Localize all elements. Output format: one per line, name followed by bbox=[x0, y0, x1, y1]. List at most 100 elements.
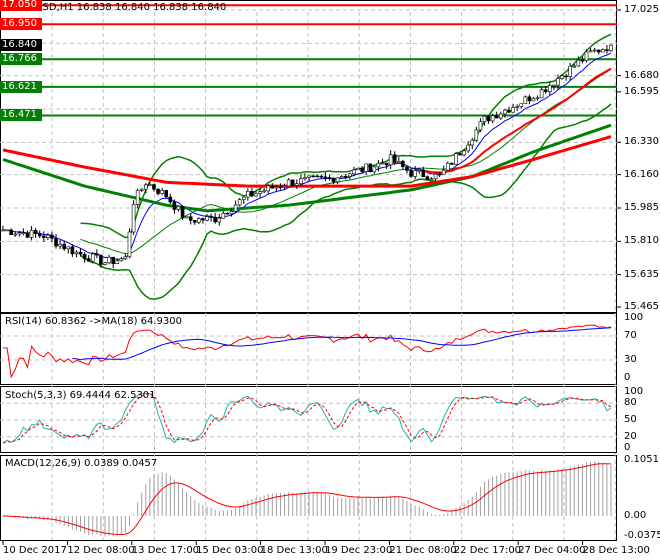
candle bbox=[294, 183, 299, 186]
candle bbox=[458, 153, 462, 156]
time-label: 12 Dec 08:00 bbox=[67, 545, 135, 556]
candle bbox=[601, 49, 605, 53]
candle bbox=[584, 51, 589, 62]
candle bbox=[74, 251, 79, 255]
candle bbox=[176, 206, 181, 210]
candle bbox=[180, 206, 185, 219]
price-tick: 17.025 bbox=[624, 4, 659, 15]
candle bbox=[58, 243, 62, 247]
candle bbox=[450, 162, 454, 165]
candle bbox=[225, 212, 230, 215]
candle bbox=[46, 234, 50, 238]
candle bbox=[307, 175, 311, 178]
stoch-tick: 50 bbox=[624, 414, 637, 425]
candle bbox=[139, 188, 144, 191]
candle bbox=[360, 167, 364, 172]
candle bbox=[401, 160, 405, 167]
price-tick: 16.595 bbox=[624, 85, 659, 97]
candle bbox=[376, 162, 381, 168]
candle bbox=[535, 97, 540, 100]
candle bbox=[160, 190, 164, 194]
ohlc-values: 16.838 16.840 16.838 16.840 bbox=[76, 2, 227, 13]
candle bbox=[115, 260, 120, 264]
candle bbox=[290, 179, 295, 186]
candle bbox=[429, 178, 434, 181]
candle bbox=[250, 190, 254, 197]
candle bbox=[543, 89, 548, 92]
candle bbox=[246, 190, 250, 198]
candle bbox=[499, 113, 503, 119]
candle bbox=[66, 246, 71, 250]
candle bbox=[282, 185, 287, 188]
trading-chart[interactable]: ▼ XAGUSD,H1 16.838 16.840 16.838 16.840 … bbox=[0, 0, 660, 560]
candle bbox=[168, 196, 173, 203]
candle bbox=[392, 154, 397, 163]
stoch-title: Stoch(5,3,3) 69.4444 62.5301 bbox=[5, 390, 156, 401]
time-label: 22 Dec 17:00 bbox=[453, 545, 522, 556]
candle bbox=[437, 173, 442, 176]
candle bbox=[205, 216, 209, 221]
candle bbox=[331, 177, 336, 183]
candle bbox=[54, 238, 58, 247]
candle bbox=[609, 44, 613, 52]
candle bbox=[531, 98, 536, 102]
candle bbox=[62, 243, 67, 250]
level-price-label: 16.950 bbox=[0, 18, 42, 31]
candle bbox=[262, 190, 266, 193]
candle bbox=[303, 177, 307, 179]
candle bbox=[148, 184, 152, 186]
candle bbox=[123, 256, 128, 260]
rsi-tick: 70 bbox=[624, 330, 637, 341]
candle bbox=[156, 188, 160, 194]
candle bbox=[588, 50, 593, 53]
candle bbox=[286, 179, 291, 187]
time-label: 21 Dec 08:00 bbox=[389, 545, 457, 556]
candle bbox=[13, 233, 18, 236]
candle bbox=[503, 109, 507, 115]
candle bbox=[335, 177, 340, 183]
candle bbox=[221, 212, 226, 219]
chart-canvas[interactable] bbox=[0, 0, 660, 560]
candle bbox=[99, 254, 103, 265]
candle bbox=[515, 106, 519, 108]
candle bbox=[119, 258, 124, 262]
candle bbox=[560, 75, 564, 79]
candle bbox=[527, 96, 532, 102]
candle bbox=[552, 84, 556, 87]
candle bbox=[445, 162, 450, 171]
candle bbox=[209, 216, 213, 218]
candle bbox=[82, 253, 87, 259]
time-label: 15 Dec 03:00 bbox=[196, 545, 264, 556]
candle bbox=[343, 176, 348, 178]
candle bbox=[352, 169, 356, 175]
time-label: 18 Dec 13:00 bbox=[260, 545, 328, 556]
candle bbox=[270, 185, 275, 189]
candle bbox=[462, 150, 466, 156]
candle bbox=[519, 103, 524, 107]
candle bbox=[217, 217, 222, 223]
candle bbox=[95, 253, 99, 256]
rsi-tick: 30 bbox=[624, 354, 637, 365]
candle bbox=[184, 216, 189, 219]
candle bbox=[547, 85, 552, 92]
macd-tick: 0.1051 bbox=[624, 453, 659, 465]
candle bbox=[188, 216, 193, 221]
candle bbox=[388, 154, 393, 166]
rsi-tick: 100 bbox=[624, 312, 644, 323]
candle bbox=[576, 59, 581, 67]
candle bbox=[9, 229, 13, 235]
candle bbox=[470, 139, 475, 146]
time-label: 27 Dec 04:00 bbox=[518, 545, 586, 556]
candle bbox=[339, 176, 344, 179]
candle bbox=[605, 49, 609, 52]
slow-red-ma bbox=[2, 135, 612, 188]
level-price-label: 16.621 bbox=[0, 80, 42, 93]
rsi-line bbox=[3, 324, 612, 379]
candle bbox=[50, 234, 54, 239]
price-tick: 15.635 bbox=[624, 268, 659, 280]
candle bbox=[364, 163, 368, 172]
candle bbox=[172, 201, 177, 210]
macd-tick: -0.0375 bbox=[624, 529, 660, 541]
candle bbox=[486, 115, 491, 122]
level-price-label: 16.471 bbox=[0, 109, 42, 122]
